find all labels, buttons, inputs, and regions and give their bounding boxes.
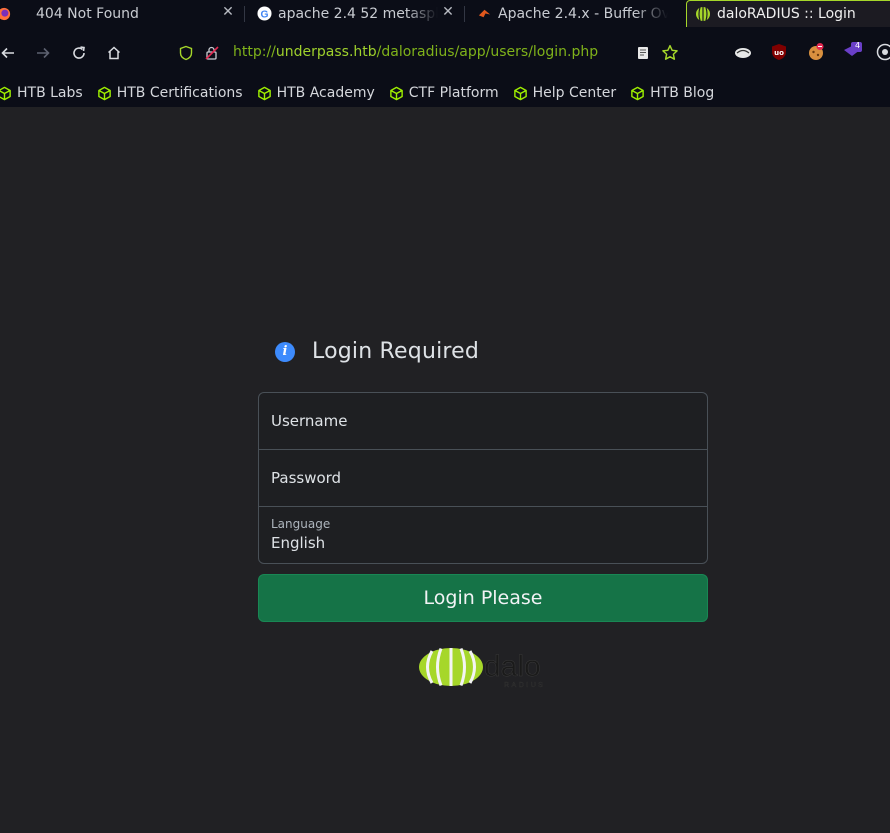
extension-icon[interactable] (732, 41, 754, 63)
logo-subtext: RADIUS (504, 682, 545, 689)
url-text[interactable]: http://underpass.htb/daloradius/app/user… (233, 44, 598, 60)
tab-apache-metasploit[interactable]: G apache 2.4 52 metasploit ✕ (250, 0, 462, 27)
navigation-bar: http://underpass.htb/daloradius/app/user… (0, 27, 890, 79)
ublock-origin-icon[interactable]: uo (768, 41, 790, 63)
htb-cube-icon (389, 86, 404, 101)
url-host: underpass.htb (275, 44, 377, 60)
bookmark-label: Help Center (532, 85, 617, 101)
bookmark-label: HTB Academy (276, 85, 375, 101)
info-icon: i (275, 341, 295, 362)
close-tab-icon[interactable]: ✕ (220, 4, 236, 20)
google-icon: G (256, 6, 272, 22)
htb-cube-icon (513, 86, 528, 101)
tab-title: Apache 2.4.x - Buffer Overflow (498, 5, 668, 22)
svg-text:G: G (260, 9, 268, 20)
bookmark-help-center[interactable]: Help Center (513, 85, 617, 101)
daloradius-logo-graphic: dalo RADIUS (419, 647, 545, 689)
username-field[interactable]: Username (259, 393, 707, 450)
htb-cube-icon (630, 86, 645, 101)
htb-cube-icon (257, 86, 272, 101)
password-placeholder: Password (271, 469, 342, 487)
tab-title: 404 Not Found (36, 5, 139, 22)
bookmark-htb-certifications[interactable]: HTB Certifications (97, 85, 243, 101)
firefox-icon (0, 6, 12, 22)
login-title: Login Required (312, 339, 480, 364)
bookmark-ctf-platform[interactable]: CTF Platform (389, 85, 499, 101)
bookmarks-toolbar: HTB Labs HTB Certifications HTB Academy … (0, 79, 890, 107)
reader-view-icon[interactable] (634, 44, 652, 62)
tab-title: daloRADIUS :: Login (717, 6, 856, 22)
logo-text: dalo (484, 650, 541, 683)
cookie-editor-icon[interactable] (805, 41, 827, 63)
htb-cube-icon (0, 86, 12, 101)
tab-separator (464, 6, 465, 22)
username-placeholder: Username (271, 412, 348, 430)
bookmark-htb-academy[interactable]: HTB Academy (257, 85, 375, 101)
exploit-db-icon (476, 6, 492, 22)
tab-daloradius-login[interactable]: daloRADIUS :: Login (686, 0, 890, 27)
bookmark-label: HTB Certifications (116, 85, 243, 101)
close-tab-icon[interactable]: ✕ (440, 4, 456, 20)
tracking-shield-icon[interactable] (177, 44, 195, 62)
bookmark-star-icon[interactable] (661, 44, 679, 62)
htb-cube-icon (97, 86, 112, 101)
bookmark-label: CTF Platform (408, 85, 499, 101)
password-field[interactable]: Password (259, 450, 707, 507)
back-arrow-icon[interactable] (0, 41, 20, 65)
language-select[interactable]: Language English (259, 507, 707, 563)
tab-404-not-found[interactable]: 404 Not Found ✕ (0, 0, 242, 27)
bookmark-htb-labs[interactable]: HTB Labs (0, 85, 83, 101)
url-path: /daloradius/app/users/login.php (376, 44, 599, 60)
bookmark-label: HTB Blog (650, 85, 715, 101)
extension-badge-count: 4 (854, 41, 861, 50)
tab-separator (244, 6, 245, 22)
language-label: Language (271, 517, 331, 531)
forward-arrow-icon[interactable] (31, 41, 55, 65)
bookmark-label: HTB Labs (17, 85, 83, 101)
login-heading: i Login Required (275, 339, 479, 364)
extensions-puzzle-icon[interactable] (874, 41, 890, 63)
url-bar[interactable]: http://underpass.htb/daloradius/app/user… (168, 36, 692, 70)
daloradius-logo: dalo RADIUS (418, 645, 550, 689)
login-button[interactable]: Login Please (258, 574, 708, 622)
tab-apache-buffer-overflow[interactable]: Apache 2.4.x - Buffer Overflow (470, 0, 682, 27)
reload-icon[interactable] (67, 41, 91, 65)
url-scheme: http:// (233, 44, 276, 60)
tab-strip: 404 Not Found ✕ G apache 2.4 52 metasplo… (0, 0, 890, 27)
extension-badge-icon[interactable]: 4 (841, 41, 863, 63)
insecure-lock-icon[interactable] (203, 44, 221, 62)
tab-title: apache 2.4 52 metasploit (278, 5, 438, 22)
svg-text:uo: uo (774, 49, 784, 57)
bookmark-htb-blog[interactable]: HTB Blog (630, 85, 714, 101)
home-icon[interactable] (102, 41, 126, 65)
language-value: English (271, 534, 326, 552)
page-content: i Login Required Username Password Langu… (0, 107, 890, 833)
daloradius-favicon (695, 6, 711, 22)
login-form: Username Password Language English (258, 392, 708, 564)
